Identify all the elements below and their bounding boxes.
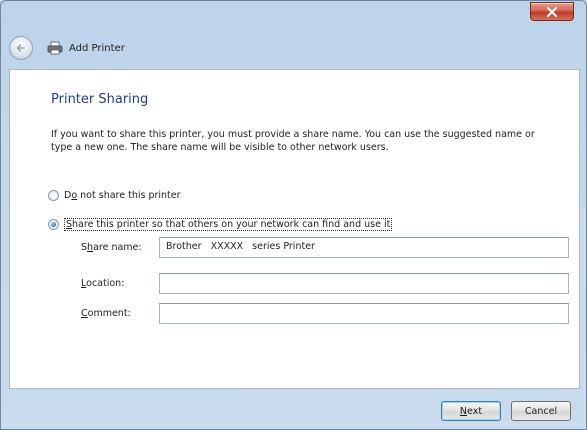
close-x-icon — [547, 6, 557, 17]
cancel-button[interactable]: Cancel — [511, 401, 571, 421]
do-not-share-option[interactable]: Do not share this printer — [48, 190, 181, 201]
page-title: Printer Sharing — [51, 92, 149, 107]
share-label[interactable]: Share this printer so that others on you… — [64, 218, 393, 231]
content-pane: Printer Sharing If you want to share thi… — [9, 69, 580, 389]
share-name-label: Share name: — [81, 242, 142, 253]
location-label: Location: — [81, 278, 125, 289]
title-bar[interactable] — [1, 1, 586, 31]
share-radio[interactable] — [48, 219, 59, 230]
intro-text: If you want to share this printer, you m… — [51, 129, 535, 153]
share-name-input[interactable]: Brother XXXXX series Printer — [159, 237, 569, 258]
do-not-share-label[interactable]: Do not share this printer — [64, 190, 181, 201]
comment-input[interactable] — [159, 303, 569, 324]
add-printer-window: Add Printer Printer Sharing If you want … — [0, 0, 587, 430]
back-button[interactable] — [9, 36, 33, 60]
wizard-nav-bar: Add Printer — [9, 33, 125, 63]
wizard-title: Add Printer — [69, 42, 125, 54]
close-button[interactable] — [530, 2, 574, 21]
location-input[interactable] — [159, 273, 569, 294]
back-arrow-icon — [16, 44, 25, 52]
share-option[interactable]: Share this printer so that others on you… — [48, 218, 393, 231]
comment-label: Comment: — [81, 308, 131, 319]
next-button[interactable]: Next — [441, 401, 501, 421]
button-bar: Next Cancel — [9, 389, 580, 430]
do-not-share-radio[interactable] — [48, 190, 59, 201]
printer-icon — [47, 41, 63, 55]
